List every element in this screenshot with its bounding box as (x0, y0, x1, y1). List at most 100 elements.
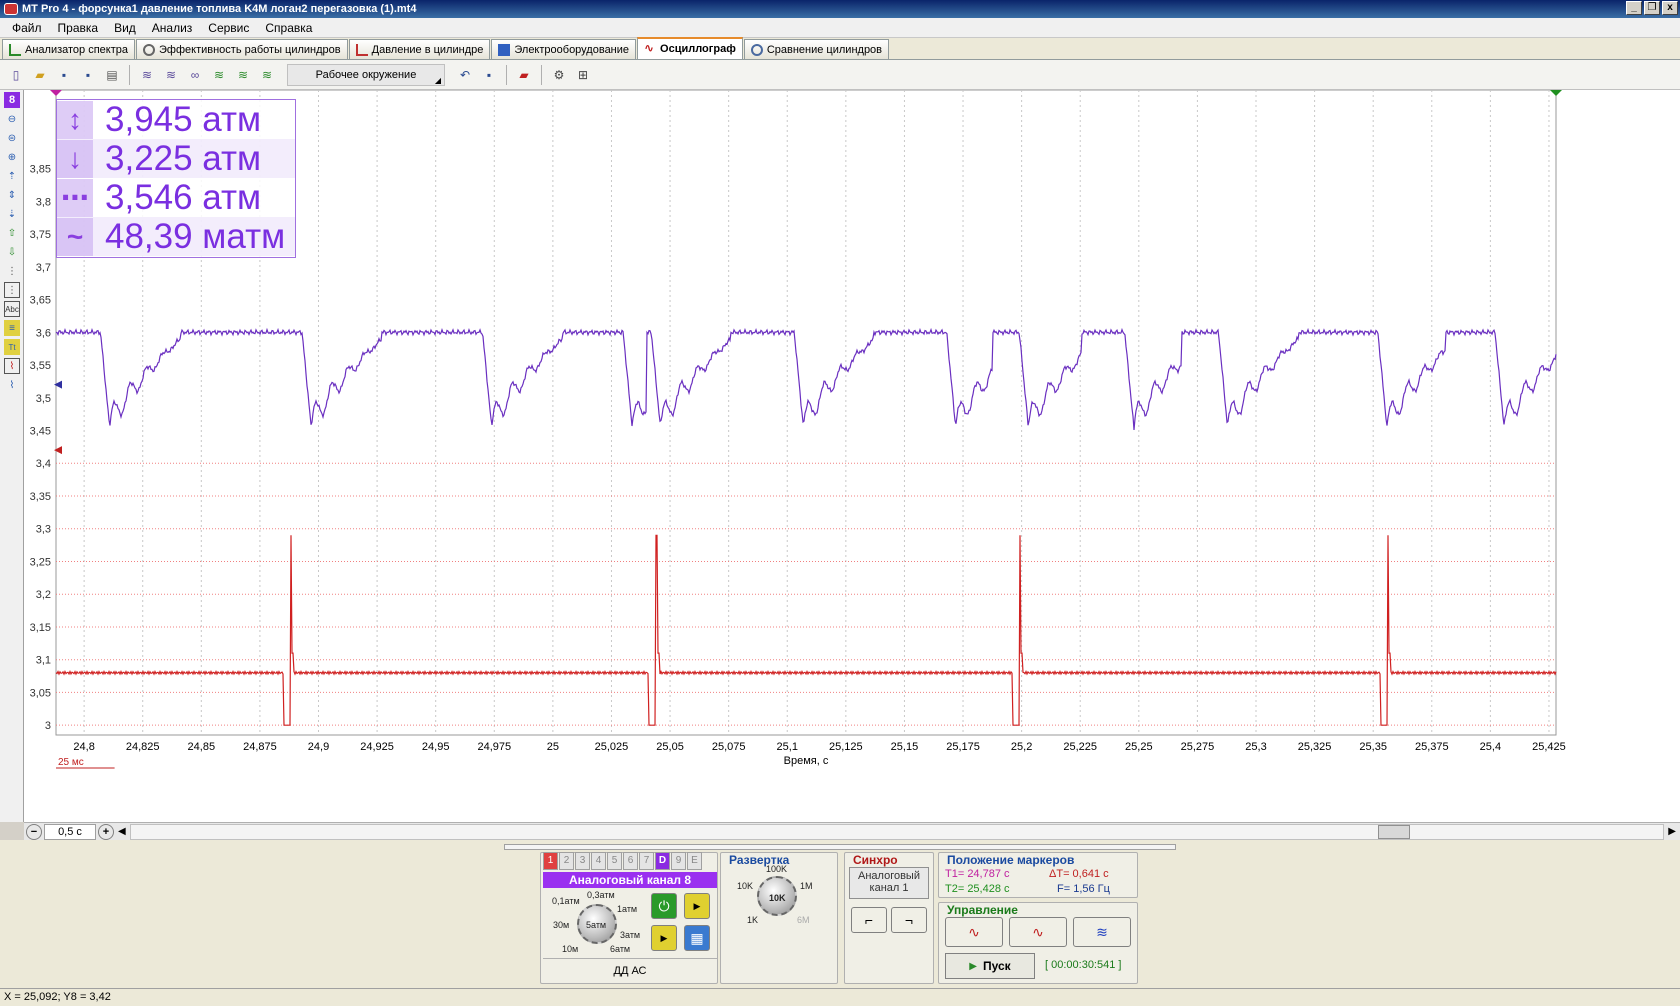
markers-icon[interactable]: ⋮ (4, 282, 20, 298)
tab-oscilloscope[interactable]: ∿ Осциллограф (637, 37, 743, 59)
zoom-in-icon[interactable]: ⊕ (4, 149, 20, 165)
sync-rising-icon[interactable]: ⌐ (851, 907, 887, 933)
multiply-icon[interactable]: ▶ (684, 893, 710, 919)
y-tick-label: 3,75 (30, 229, 51, 241)
x-tick-label: 25,35 (1359, 741, 1387, 753)
minimize-button[interactable]: _ (1626, 1, 1642, 15)
invert-icon[interactable]: ▶ (651, 925, 677, 951)
channel-tab-e[interactable]: E (687, 852, 702, 870)
average-icon: ⋯ (57, 178, 93, 217)
time-zoom-in-icon[interactable]: + (98, 823, 114, 840)
channel-tab-2[interactable]: 2 (559, 852, 574, 870)
channel-tab-7[interactable]: 7 (639, 852, 654, 870)
print-icon[interactable]: ▤ (102, 65, 122, 85)
channel-tab-1[interactable]: 1 (543, 852, 558, 870)
y-tick-label: 3,45 (30, 426, 51, 438)
shift-down-icon[interactable]: ⇩ (4, 244, 20, 260)
x-tick-label: 25,4 (1480, 741, 1501, 753)
sine-wave-icon: ∿ (644, 41, 655, 55)
save-icon[interactable]: ▪ (54, 65, 74, 85)
start-button[interactable]: ▶ Пуск (945, 953, 1035, 979)
wave-filter-2-icon[interactable]: ≋ (161, 65, 181, 85)
mode-auto-icon[interactable]: ≋ (1073, 917, 1131, 947)
fit-window-icon[interactable]: ⊞ (573, 65, 593, 85)
scroll-track[interactable] (129, 823, 1665, 840)
wave-filter-6-icon[interactable]: ≋ (257, 65, 277, 85)
channel-tab-3[interactable]: 3 (575, 852, 590, 870)
menu-service[interactable]: Сервис (200, 21, 257, 35)
wave-filter-1-icon[interactable]: ≋ (137, 65, 157, 85)
scroll-thumb[interactable] (1377, 824, 1410, 839)
scroll-right-icon[interactable]: ▶ (1668, 826, 1676, 837)
menu-view[interactable]: Вид (106, 21, 144, 35)
power-icon[interactable]: ⏻ (651, 893, 677, 919)
save-environment-icon[interactable]: ▪ (479, 65, 499, 85)
menu-analysis[interactable]: Анализ (144, 21, 201, 35)
status-bar: X = 25,092; Y8 = 3,42 (0, 988, 1680, 1006)
save-as-icon[interactable]: ▪ (78, 65, 98, 85)
tab-electrical[interactable]: Электрооборудование (491, 39, 637, 59)
sync-group: Синхро Аналоговый канал 1 ⌐ ¬ (844, 852, 934, 984)
sensor-type-dropdown[interactable]: ДД АС (543, 958, 717, 982)
control-group: Управление ∿ ∿ ≋ ▶ Пуск [ 00:00:30:541 ] (938, 902, 1138, 984)
sweep-center-label: 10K (769, 893, 786, 903)
menu-file[interactable]: Файл (4, 21, 50, 35)
scale-fit-icon[interactable]: ⇕ (4, 187, 20, 203)
time-zoom-value[interactable]: 0,5 с (44, 823, 96, 840)
marker-t2: T2= 25,428 с (945, 883, 1010, 895)
mode-normal-icon[interactable]: ∿ (1009, 917, 1067, 947)
panel-splitter[interactable] (504, 844, 1176, 850)
settings-icon[interactable]: ⚙ (549, 65, 569, 85)
marker-freq: F= 1,56 Гц (1057, 883, 1110, 895)
sweep-label: 1M (800, 881, 813, 891)
range-label: 10м (562, 944, 579, 954)
new-file-icon[interactable]: ▯ (6, 65, 26, 85)
wave-filter-4-icon[interactable]: ≋ (209, 65, 229, 85)
scroll-left-icon[interactable]: ◀ (118, 826, 126, 837)
channel-badge[interactable]: 8 (4, 92, 20, 108)
environment-dropdown[interactable]: Рабочее окружение ◢ (287, 63, 445, 86)
mode-single-icon[interactable]: ∿ (945, 917, 1003, 947)
elapsed-time: [ 00:00:30:541 ] (1045, 959, 1122, 971)
chart-view-icon[interactable]: ⌇ (4, 358, 20, 374)
channel-tab-6[interactable]: 6 (623, 852, 638, 870)
channel-tab-d[interactable]: D (655, 852, 670, 870)
zoom-reset-icon[interactable]: ⊜ (4, 130, 20, 146)
channel-tab-9[interactable]: 9 (671, 852, 686, 870)
calculator-icon[interactable]: ▦ (684, 925, 710, 951)
menu-help[interactable]: Справка (257, 21, 320, 35)
measure-average-value: 3,546 атм (105, 177, 262, 217)
maximize-button[interactable]: ❐ (1644, 1, 1660, 15)
car-icon[interactable]: ▰ (514, 65, 534, 85)
measure-ripple-value: 48,39 матм (105, 216, 286, 256)
sync-falling-icon[interactable]: ¬ (891, 907, 927, 933)
text-label-icon[interactable]: Abc (4, 301, 20, 317)
open-folder-icon[interactable]: ▰ (30, 65, 50, 85)
sync-source-dropdown[interactable]: Аналоговый канал 1 (849, 867, 929, 899)
control-panel: Развертка Синхро Аналоговый канал 1 ⌐ ¬ … (0, 840, 1680, 988)
shift-up-icon[interactable]: ⇧ (4, 225, 20, 241)
channel-tab-4[interactable]: 4 (591, 852, 606, 870)
scale-up-icon[interactable]: ⇡ (4, 168, 20, 184)
tab-cylinder-compare[interactable]: Сравнение цилиндров (743, 39, 890, 59)
channel-tab-5[interactable]: 5 (607, 852, 622, 870)
grid-icon[interactable]: ⋮ (4, 263, 20, 279)
measure-average: ⋯ 3,546 атм (57, 178, 295, 217)
wave-filter-3-icon[interactable]: ∞ (185, 65, 205, 85)
undo-icon[interactable]: ↶ (455, 65, 475, 85)
sync-title: Синхро (853, 853, 898, 867)
zoom-out-icon[interactable]: ⊖ (4, 111, 20, 127)
measure-ripple: ~ 48,39 матм (57, 217, 295, 256)
measure-list-icon[interactable]: ≡ (4, 320, 20, 336)
scale-down-icon[interactable]: ⇣ (4, 206, 20, 222)
range-label: 0,1атм (552, 896, 580, 906)
tab-cylinder-pressure[interactable]: Давление в цилиндре (348, 39, 491, 59)
wave-filter-5-icon[interactable]: ≋ (233, 65, 253, 85)
tab-spectrum[interactable]: Анализатор спектра (2, 39, 136, 59)
measure-table-icon[interactable]: Tt (4, 339, 20, 355)
close-button[interactable]: x (1662, 1, 1678, 15)
menu-edit[interactable]: Правка (50, 21, 107, 35)
chart-alt-icon[interactable]: ⌇ (4, 377, 20, 393)
tab-cylinder-efficiency[interactable]: Эффективность работы цилиндров (136, 39, 348, 59)
time-zoom-out-icon[interactable]: − (26, 823, 42, 840)
